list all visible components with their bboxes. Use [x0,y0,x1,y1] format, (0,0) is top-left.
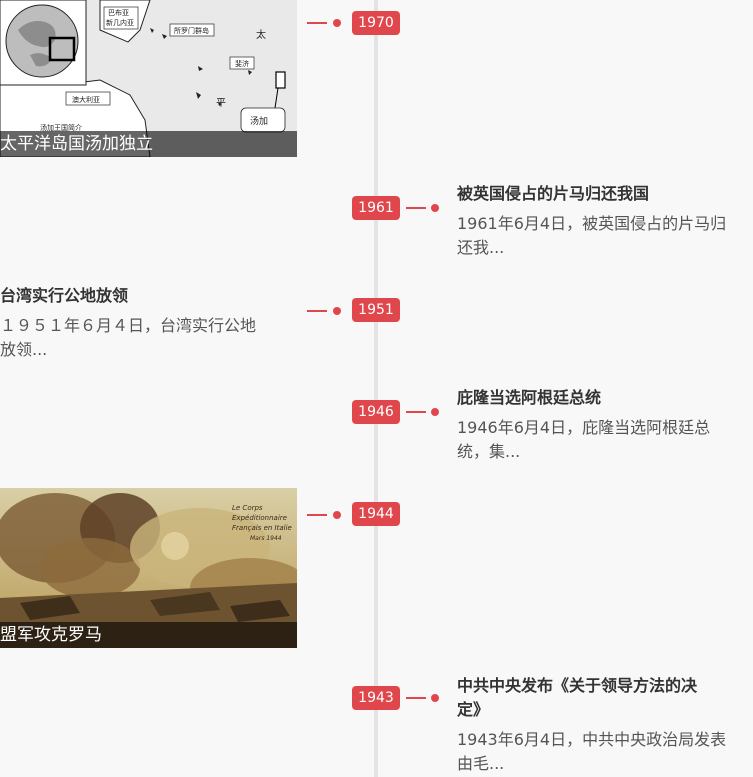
event-title[interactable]: 台湾实行公地放领 [0,284,292,308]
event-description-line: 1943年6月4日，中共中央政治局发表 [457,730,727,749]
connector-line [307,514,327,516]
timeline-dot [431,204,439,212]
event-description-line: 还我... [457,238,505,257]
event-description-line: 统，集... [457,442,521,461]
connector-line [406,207,426,209]
timeline-dot [431,408,439,416]
painting-text: Expéditionnaire [232,514,287,522]
painting-text: Français en Italie [232,524,292,532]
timeline-dot [333,307,341,315]
event-description-line: 1946年6月4日，庇隆当选阿根廷总 [457,418,711,437]
connector-line [307,22,327,24]
event-1970-card[interactable]: 巴布亚 新几内亚 所罗门群岛 太 斐济 平 汤加 澳大利亚 汤加王国简介 太平洋… [0,0,297,157]
timeline-dot [333,511,341,519]
event-1944-card[interactable]: Le Corps Expéditionnaire Français en Ita… [0,488,297,648]
map-label: 澳大利亚 [72,95,100,104]
painting-text: Mars 1944 [250,535,282,542]
connector-line [406,411,426,413]
event-title[interactable]: 庇隆当选阿根廷总统 [457,386,749,410]
event-description-line: 1961年6月4日，被英国侵占的片马归 [457,214,727,233]
event-description-line: １９５１年６月４日，台湾实行公地 [0,316,257,335]
map-label: 汤加 [250,116,268,127]
year-badge[interactable]: 1943 [352,686,400,710]
painting-text: Le Corps [232,504,263,512]
year-badge[interactable]: 1944 [352,502,400,526]
connector-line [406,697,426,699]
event-caption[interactable]: 太平洋岛国汤加独立 [0,131,297,157]
event-description-line: 放领... [0,340,48,359]
map-label: 所罗门群岛 [174,26,209,35]
timeline-dot [333,19,341,27]
timeline-axis [374,0,378,777]
event-caption[interactable]: 盟军攻克罗马 [0,622,297,648]
event-title-line[interactable]: 中共中央发布《关于领导方法的决 [457,674,749,698]
year-badge[interactable]: 1961 [352,196,400,220]
year-badge[interactable]: 1970 [352,11,400,35]
connector-line [307,310,327,312]
event-title-line[interactable]: 定》 [457,698,749,722]
timeline-dot [431,694,439,702]
map-label: 新几内亚 [106,18,134,27]
year-badge[interactable]: 1946 [352,400,400,424]
map-label: 太 [256,28,266,41]
event-title[interactable]: 被英国侵占的片马归还我国 [457,182,749,206]
event-description-line: 由毛... [457,754,505,773]
map-label: 斐济 [235,59,249,68]
year-badge[interactable]: 1951 [352,298,400,322]
map-label: 巴布亚 [108,8,129,17]
